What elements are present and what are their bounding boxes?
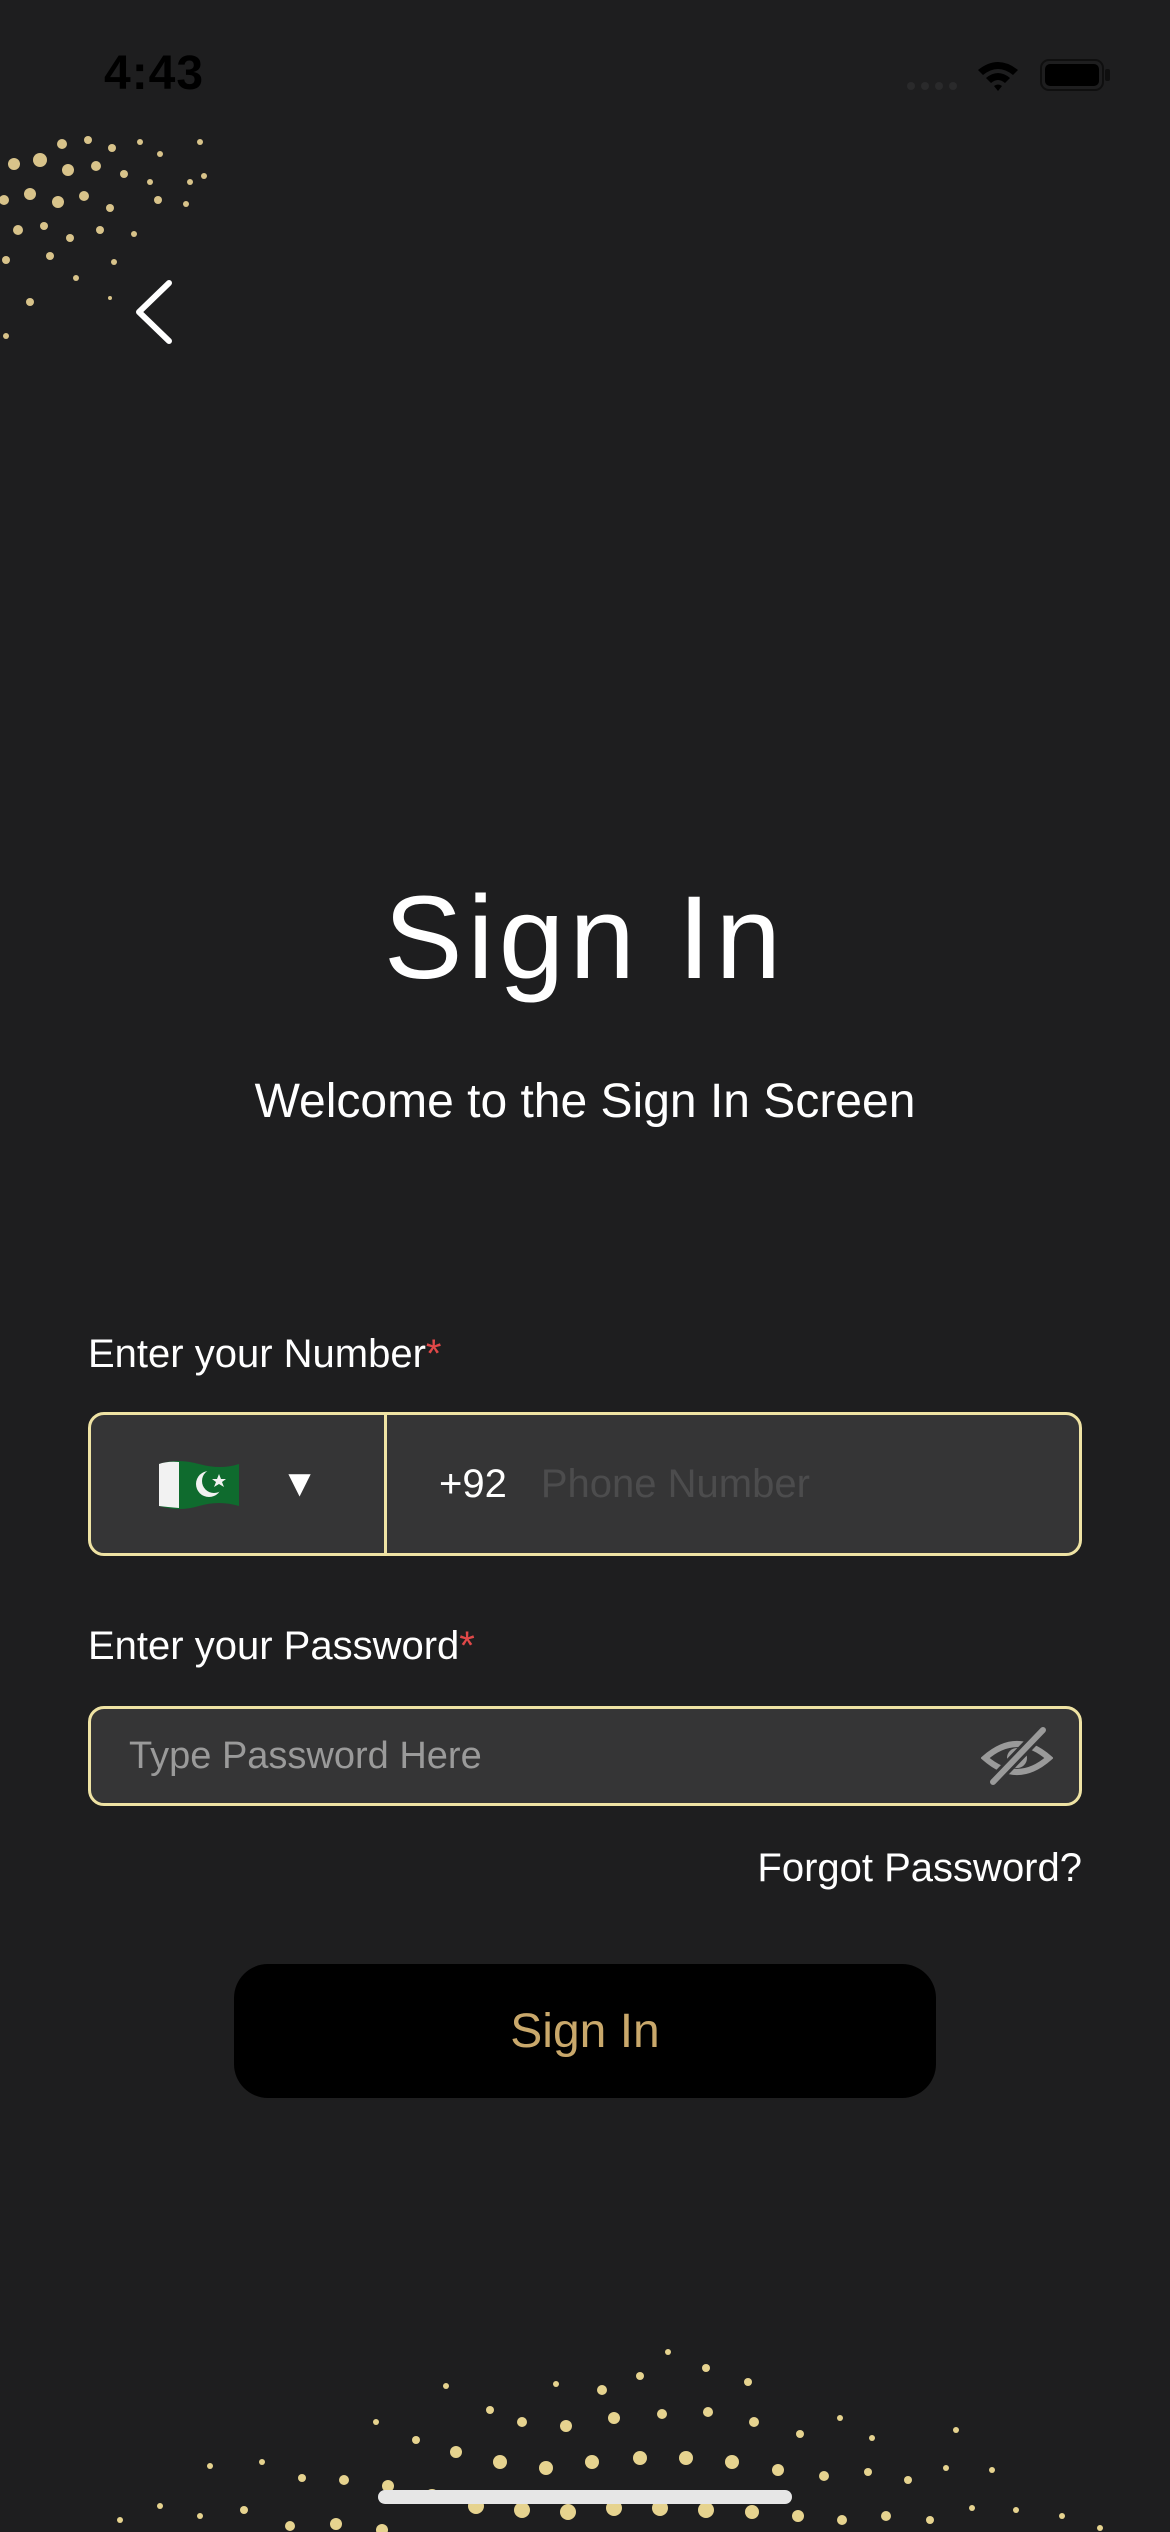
- password-input[interactable]: [129, 1734, 981, 1778]
- cellular-signal-icon: [907, 82, 957, 90]
- forgot-password-link[interactable]: Forgot Password?: [757, 1846, 1082, 1891]
- page-subtitle: Welcome to the Sign In Screen: [254, 1075, 916, 1128]
- eye-off-icon[interactable]: [981, 1724, 1053, 1788]
- required-mark: *: [459, 1624, 475, 1668]
- phone-input-wrap: +92: [387, 1415, 1079, 1553]
- sign-in-button[interactable]: Sign In: [234, 1964, 936, 2098]
- required-mark: *: [425, 1332, 442, 1376]
- pakistan-flag-icon: [158, 1461, 239, 1509]
- chevron-left-icon: [136, 280, 172, 344]
- number-label-text: Enter your Number: [88, 1332, 426, 1376]
- back-button[interactable]: [118, 272, 188, 352]
- country-code-picker[interactable]: ▼: [91, 1415, 387, 1553]
- password-field: [88, 1706, 1082, 1806]
- status-time: 4:43: [104, 47, 205, 100]
- triangle-down-icon: ▼: [280, 1462, 319, 1505]
- home-indicator: [378, 2490, 792, 2504]
- battery-icon: [1040, 59, 1110, 91]
- phone-number-input[interactable]: [540, 1461, 1041, 1507]
- wifi-icon: [978, 62, 1018, 91]
- decorative-dots-top: [0, 136, 207, 339]
- number-label: Enter your Number*: [88, 1332, 442, 1377]
- phone-number-field: ▼ +92: [88, 1412, 1082, 1556]
- dial-code: +92: [439, 1461, 507, 1506]
- password-label-text: Enter your Password: [88, 1624, 460, 1668]
- password-label: Enter your Password*: [88, 1624, 475, 1669]
- page-title: Sign In: [383, 872, 787, 1004]
